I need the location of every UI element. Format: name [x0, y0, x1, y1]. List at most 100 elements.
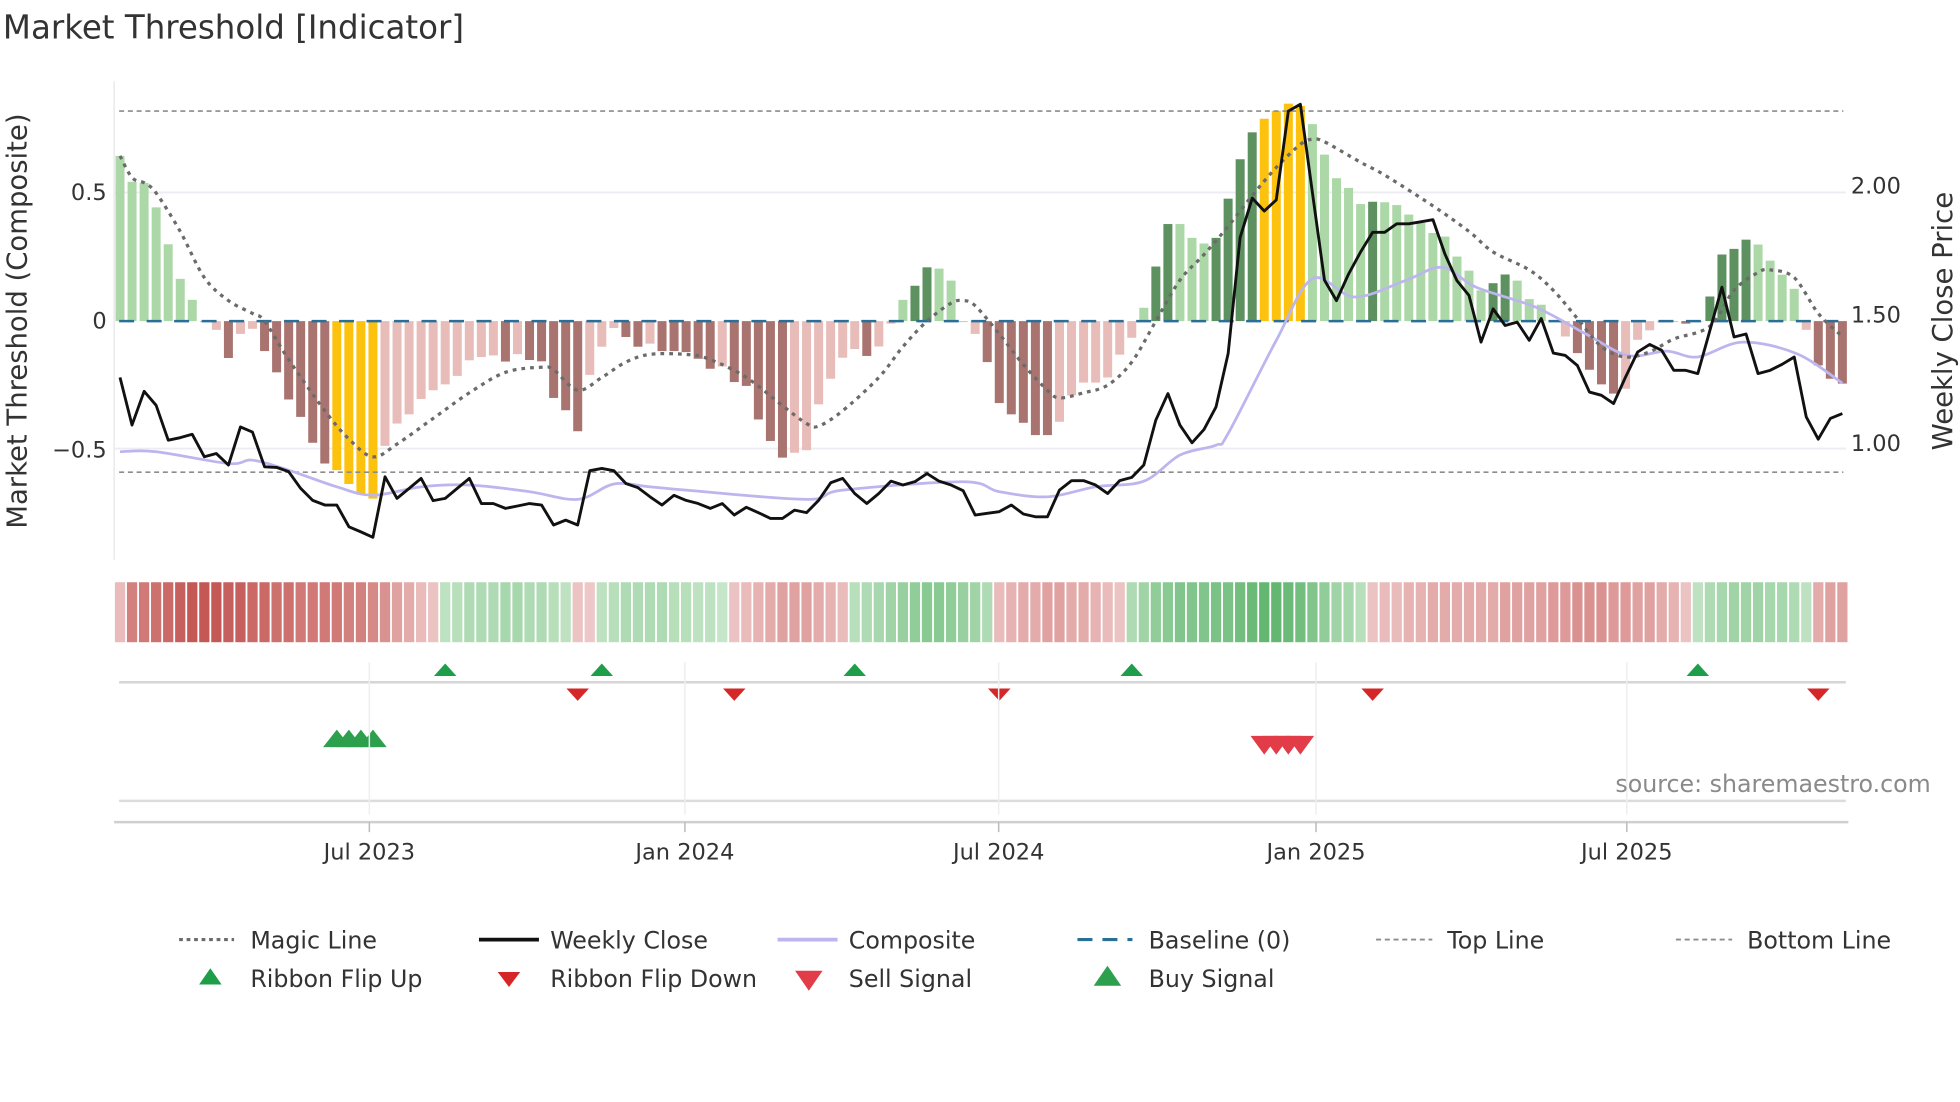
composite-bar: [1079, 321, 1089, 383]
ribbon-cell: [1463, 582, 1475, 643]
x-tick-label: Jan 2025: [1265, 840, 1366, 866]
ribbon-cell: [295, 582, 306, 643]
ribbon-cell: [114, 582, 126, 643]
ribbon-cell: [1198, 582, 1210, 643]
ribbon-cell: [391, 582, 403, 643]
ribbon-cell: [970, 582, 981, 643]
ribbon-cell: [247, 582, 258, 643]
ribbon-cell: [1006, 582, 1017, 643]
ribbon-cell: [1487, 582, 1499, 643]
ribbon-cell: [982, 582, 993, 643]
ribbon-cell: [1415, 582, 1426, 643]
ribbon-cell: [1512, 582, 1523, 643]
ribbon-cell: [1162, 582, 1174, 643]
composite-bar: [512, 321, 522, 355]
legend-label: Sell Signal: [849, 965, 972, 993]
ribbon-cell: [199, 582, 210, 643]
legend-item-bottom-line: Bottom Line: [1675, 926, 1891, 954]
market-threshold-chart: Market Threshold [Indicator] 0.5 0 −0.5 …: [2, 9, 1959, 993]
ribbon-cell: [1186, 582, 1198, 643]
legend-item-ribbon-flip-up: Ribbon Flip Up: [199, 965, 422, 993]
composite-bar: [777, 321, 787, 458]
ribbon-cell: [1620, 582, 1631, 643]
ribbon-cell: [1584, 582, 1595, 643]
legend-item-sell-signal: Sell Signal: [795, 965, 972, 993]
composite-bar: [549, 321, 559, 398]
ribbon-cell: [223, 582, 234, 643]
composite-bar: [862, 321, 872, 356]
composite-bar: [1175, 224, 1185, 322]
ribbon-cell: [403, 582, 415, 643]
ribbon-cell: [271, 582, 282, 643]
ribbon-strip: [114, 582, 1848, 643]
composite-bar: [1344, 187, 1354, 322]
composite-bar: [1006, 321, 1016, 415]
legend-label: Weekly Close: [550, 926, 708, 954]
composite-bar: [1211, 237, 1221, 322]
ribbon-cell: [1680, 582, 1691, 643]
composite-bar: [1259, 118, 1269, 322]
composite-bar: [1801, 321, 1811, 330]
composite-bar: [537, 321, 547, 362]
composite-bar: [561, 321, 571, 411]
composite-bar: [1380, 202, 1390, 322]
y-tick-label: −0.5: [52, 437, 107, 463]
ribbon-cell: [717, 582, 728, 643]
ribbon-cell: [1090, 582, 1101, 643]
composite-bar: [645, 321, 655, 344]
composite-bar: [1741, 239, 1751, 322]
composite-bar: [1247, 132, 1257, 322]
ribbon-cell: [1801, 582, 1812, 643]
ribbon-cell: [343, 582, 354, 643]
composite-bar: [332, 321, 342, 471]
composite-bar: [669, 321, 679, 352]
ribbon-cell: [548, 582, 559, 643]
composite-bar: [1271, 110, 1281, 322]
ribbon-flip-up-marker: [843, 663, 866, 676]
composite-bar: [1356, 204, 1366, 322]
ribbon-cell: [741, 582, 752, 643]
ribbon-cell: [632, 582, 644, 643]
ribbon-cell: [1391, 582, 1402, 643]
y-tick-label: 0: [92, 309, 106, 335]
composite-bar: [248, 321, 258, 329]
ribbon-cell: [1752, 582, 1764, 643]
composite-bar: [994, 321, 1004, 404]
triangle-down-icon: [795, 970, 823, 991]
legend-item-top-line: Top Line: [1376, 926, 1544, 954]
composite-bar: [1127, 321, 1137, 338]
ribbon-cell: [1608, 582, 1619, 643]
legend-label: Ribbon Flip Down: [550, 965, 757, 993]
x-tick-label: Jul 2023: [322, 840, 415, 866]
composite-bar: [1452, 256, 1462, 322]
ribbon-cell: [367, 582, 379, 643]
ribbon-cell: [813, 582, 824, 643]
y2-tick-label: 2.00: [1851, 174, 1901, 200]
ribbon-cell: [560, 582, 571, 643]
composite-bar: [946, 280, 956, 322]
composite-bar: [1789, 288, 1799, 322]
ribbon-cell: [1668, 582, 1679, 643]
y2-tick-label: 1.00: [1851, 431, 1901, 457]
ribbon-cell: [512, 582, 523, 643]
y-axis-title: Market Threshold (Composite): [2, 113, 34, 528]
ribbon-cell: [1777, 582, 1788, 643]
composite-bar: [308, 321, 318, 443]
composite-bar: [838, 321, 848, 358]
composite-bar: [440, 321, 450, 385]
composite-bar: [1223, 198, 1233, 322]
composite-bar: [187, 299, 197, 322]
ribbon-cell: [909, 582, 921, 643]
ribbon-cell: [307, 582, 318, 643]
ribbon-cell: [1548, 582, 1559, 643]
ribbon-cell: [1536, 582, 1547, 643]
legend-item-ribbon-flip-down: Ribbon Flip Down: [497, 965, 757, 993]
ribbon-cell: [1078, 582, 1089, 643]
ribbon-cell: [584, 582, 595, 643]
legend-item-buy-signal: Buy Signal: [1093, 965, 1274, 993]
ribbon-cell: [1319, 582, 1330, 643]
composite-bar: [850, 321, 860, 350]
ribbon-cell: [1596, 582, 1607, 643]
composite-bar: [1729, 248, 1739, 322]
ribbon-cell: [933, 582, 945, 643]
